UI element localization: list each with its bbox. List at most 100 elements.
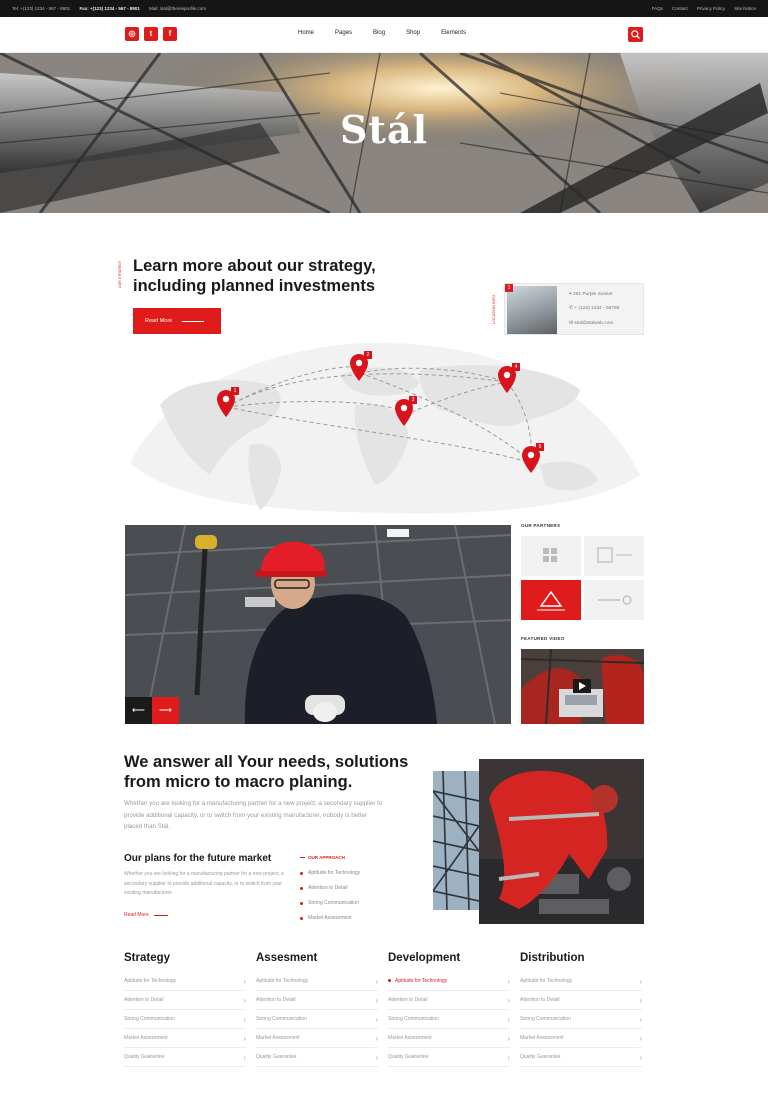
plans-read-more-label: Read More — [124, 912, 149, 918]
slider-next-arrow-icon[interactable]: ⟶ — [152, 697, 179, 724]
location-card[interactable]: 1 ⌖ 251 Purple Sunset ✆ + (123) 1234 - 5… — [504, 283, 644, 335]
strategy-read-more-button[interactable]: Read More — [133, 308, 221, 334]
list-item-label: Strong Communication — [124, 1016, 175, 1022]
worker-photo-graphic — [125, 525, 511, 724]
list-item[interactable]: Aptitude for Technology › — [520, 972, 642, 991]
list-item[interactable]: Quality Guarantee › — [124, 1048, 246, 1067]
list-item[interactable]: Quality Guarantee › — [520, 1048, 642, 1067]
map-pin-number: 5 — [538, 444, 542, 450]
list-item-label: Market Assessment — [256, 1035, 300, 1041]
slider-prev-arrow-icon[interactable]: ⟵ — [125, 697, 152, 724]
topbar-link-contact[interactable]: Contact — [672, 6, 688, 11]
list-item[interactable]: Strong Communication › — [388, 1010, 510, 1029]
list-item-label: Quality Guarantee — [256, 1054, 297, 1060]
slider-arrows: ⟵ ⟶ — [125, 697, 179, 724]
nav-elements[interactable]: Elements — [441, 30, 466, 36]
chevron-right-icon: › — [507, 1052, 510, 1062]
answer-heading-line2: from micro to macro planing. — [124, 773, 353, 791]
topbar-mail[interactable]: Mail: stal@themeprofile.com — [149, 6, 206, 11]
topbar-link-faqs[interactable]: FAQs — [652, 6, 663, 11]
map-pin-number: 4 — [514, 364, 518, 370]
featured-video[interactable] — [521, 649, 644, 724]
nav-home[interactable]: Home — [298, 30, 314, 36]
partner-logo[interactable] — [521, 580, 581, 620]
map-pin[interactable]: 1 — [217, 387, 241, 421]
list-item[interactable]: Attention to Detail › — [256, 991, 378, 1010]
map-pin[interactable]: 2 — [350, 351, 374, 385]
nav-blog[interactable]: Blog — [373, 30, 385, 36]
list-item[interactable]: Market Assessment › — [388, 1029, 510, 1048]
partner-logo[interactable] — [584, 580, 644, 620]
list-item[interactable]: Strong Communication › — [256, 1010, 378, 1029]
list-item-label: Aptitude for Technology — [124, 978, 177, 984]
list-item-label: Quality Guarantee — [124, 1054, 165, 1060]
facebook-icon[interactable]: f — [163, 27, 177, 41]
list-item-active[interactable]: Aptitude for Technology › — [388, 972, 510, 991]
read-more-label: Read More — [145, 318, 173, 324]
chevron-right-icon: › — [639, 995, 642, 1005]
map-pin[interactable]: 5 — [522, 443, 546, 477]
list-item[interactable]: Market Assessment › — [256, 1029, 378, 1048]
chevron-right-icon: › — [375, 976, 378, 986]
column-heading-strategy: Strategy — [124, 952, 171, 964]
column-heading-development: Development — [388, 952, 461, 964]
list-item-label: Strong Communication — [520, 1016, 571, 1022]
chevron-right-icon: › — [507, 976, 510, 986]
list-item[interactable]: Attention to Detail › — [388, 991, 510, 1010]
column-heading-assesment: Assesment — [256, 952, 318, 964]
strategy-heading: Learn more about our strategy, including… — [133, 256, 376, 296]
chevron-right-icon: › — [507, 995, 510, 1005]
location-thumbnail — [507, 286, 557, 334]
list-item[interactable]: Market Assessment › — [520, 1029, 642, 1048]
arrow-line-icon — [182, 320, 205, 322]
chevron-right-icon: › — [243, 1033, 246, 1043]
list-item[interactable]: Aptitude for Technology › — [124, 972, 246, 991]
location-vertical-label: LOCATION INFO — [492, 294, 496, 324]
list-item-label: Attention to Detail — [256, 997, 296, 1003]
list-item-label: Strong Communication — [256, 1016, 307, 1022]
nav-shop[interactable]: Shop — [406, 30, 420, 36]
chevron-right-icon: › — [507, 1033, 510, 1043]
list-item[interactable]: Attention to Detail › — [124, 991, 246, 1010]
mechanic-photo — [479, 759, 644, 924]
topbar-link-site-notice[interactable]: Site Notice — [734, 6, 756, 11]
nav-pages[interactable]: Pages — [335, 30, 352, 36]
list-item-label: Attention to Detail — [388, 997, 428, 1003]
partner-logo[interactable] — [521, 536, 581, 576]
list-item[interactable]: Quality Guarantee › — [388, 1048, 510, 1067]
list-item[interactable]: Strong Communication › — [520, 1010, 642, 1029]
partner-logo[interactable] — [584, 536, 644, 576]
partner-logo-mark — [598, 595, 632, 605]
map-pin-number: 1 — [233, 388, 237, 394]
list-item[interactable]: Attention to Detail › — [520, 991, 642, 1010]
list-item[interactable]: Aptitude for Technology › — [256, 972, 378, 991]
partner-logo-mark — [597, 547, 632, 563]
top-bar: Tel: +(123) 1234 - 567 - 8901 Fax: +(123… — [0, 0, 768, 17]
scaffold-photo-graphic — [433, 771, 479, 910]
plans-read-more-link[interactable]: Read More — [124, 912, 168, 918]
bullet-icon — [300, 916, 303, 920]
location-phone: + (123) 1234 - 56789 — [574, 306, 620, 311]
approach-item-label: Attention to Detail — [308, 885, 348, 891]
list-item[interactable]: Strong Communication › — [124, 1010, 246, 1029]
list-item-label: Strong Communication — [388, 1016, 439, 1022]
twitter-icon[interactable]: t — [144, 27, 158, 41]
list-item-label: Aptitude for Technology — [388, 978, 447, 984]
list-item[interactable]: Quality Guarantee › — [256, 1048, 378, 1067]
map-pin-number: 2 — [366, 352, 370, 358]
instagram-icon[interactable]: ◎ — [125, 27, 139, 41]
map-pin[interactable]: 4 — [498, 363, 522, 397]
list-item-label: Attention to Detail — [520, 997, 560, 1003]
hero-title: Stál — [339, 107, 429, 152]
search-button[interactable] — [628, 27, 643, 42]
search-icon — [631, 30, 640, 39]
map-pin[interactable]: 3 — [395, 396, 419, 430]
list-item-label: Market Assessment — [124, 1035, 168, 1041]
bullet-icon — [300, 886, 303, 890]
topbar-link-privacy[interactable]: Privacy Policy — [697, 6, 725, 11]
topbar-tel: Tel: +(123) 1234 - 567 - 8901 — [12, 6, 71, 11]
list-item[interactable]: Market Assessment › — [124, 1029, 246, 1048]
strategy-heading-line1: Learn more about our strategy, — [133, 257, 376, 275]
arrow-line-icon — [153, 914, 168, 916]
chevron-right-icon: › — [243, 976, 246, 986]
